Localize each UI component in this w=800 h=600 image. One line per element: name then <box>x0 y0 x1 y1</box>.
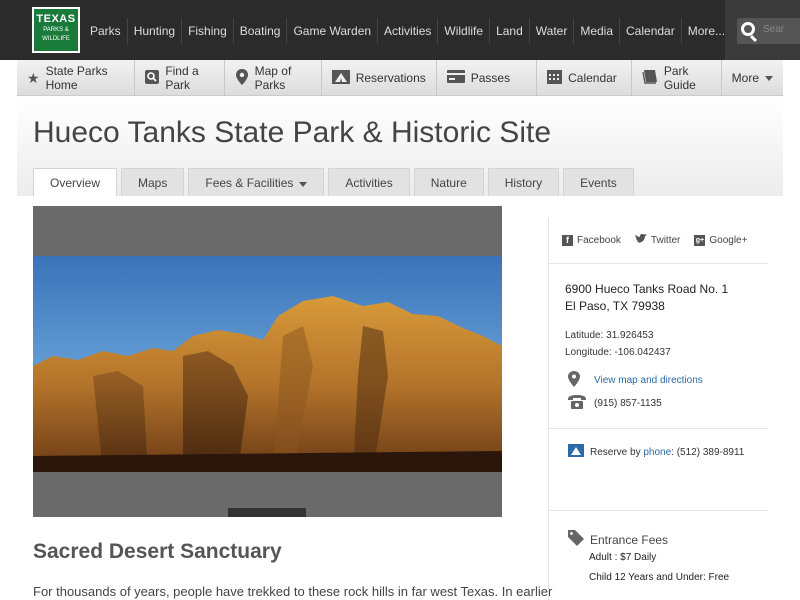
intro-paragraph: For thousands of years, people have trek… <box>33 584 553 599</box>
top-nav-menu: Parks Hunting Fishing Boating Game Warde… <box>84 18 731 44</box>
subnav-reservations[interactable]: Reservations <box>322 60 437 96</box>
tab-history[interactable]: History <box>487 168 560 196</box>
google-plus-label: Google+ <box>709 235 748 246</box>
park-coordinates: Latitude: 31.926453 Longitude: -106.0424… <box>565 327 671 361</box>
twitter-icon <box>634 233 647 247</box>
logo-line-2: PARKS & <box>43 27 69 33</box>
subnav-label: More <box>731 71 759 85</box>
search-icon <box>145 69 160 87</box>
top-nav-wildlife[interactable]: Wildlife <box>438 18 491 44</box>
chevron-down-icon <box>299 182 308 187</box>
subnav-state-parks-home[interactable]: ★ State Parks Home <box>17 60 136 96</box>
facebook-icon: f <box>562 235 573 246</box>
fee-adult: Adult : $7 Daily <box>589 552 657 563</box>
map-directions-row: View map and directions <box>568 371 703 390</box>
facebook-link[interactable]: f Facebook <box>562 235 621 246</box>
map-pin-icon <box>568 371 594 390</box>
subnav-label: Find a Park <box>165 64 199 92</box>
state-parks-nav: ★ State Parks Home Find a Park Map of Pa… <box>17 60 783 96</box>
address-line-1: 6900 Hueco Tanks Road No. 1 <box>565 282 729 296</box>
twitter-label: Twitter <box>650 235 681 246</box>
subnav-label: Reservations <box>355 71 426 85</box>
social-links: f Facebook Twitter g+ Google+ <box>548 218 768 264</box>
book-icon <box>642 69 658 87</box>
tab-fees-facilities[interactable]: Fees & Facilities <box>188 168 325 196</box>
park-address: 6900 Hueco Tanks Road No. 1 El Paso, TX … <box>565 281 728 315</box>
subnav-map-of-parks[interactable]: Map of Parks <box>225 60 322 96</box>
entrance-fees-heading: Entrance Fees <box>568 530 668 549</box>
slideshow-pager[interactable] <box>228 508 306 517</box>
map-pin-icon <box>235 68 249 88</box>
tab-maps[interactable]: Maps <box>121 168 185 196</box>
chevron-down-icon <box>765 75 773 81</box>
section-heading: Sacred Desert Sanctuary <box>33 540 282 563</box>
fees-title: Entrance Fees <box>590 532 669 547</box>
subnav-park-guide[interactable]: Park Guide <box>632 60 722 96</box>
top-nav-fishing[interactable]: Fishing <box>182 18 234 44</box>
subnav-label: Calendar <box>568 71 617 85</box>
longitude: Longitude: -106.042437 <box>565 347 671 358</box>
top-nav-calendar[interactable]: Calendar <box>620 18 682 44</box>
reserve-prefix: Reserve by <box>590 446 641 458</box>
search-box[interactable]: Sear <box>725 0 800 60</box>
address-line-2: El Paso, TX 79938 <box>565 299 665 313</box>
top-nav-hunting[interactable]: Hunting <box>128 18 183 44</box>
tab-nature[interactable]: Nature <box>413 168 484 196</box>
park-header: Hueco Tanks State Park & Historic Site O… <box>17 96 783 196</box>
twitter-link[interactable]: Twitter <box>634 233 681 247</box>
reserve-phone-link[interactable]: phone <box>643 447 671 458</box>
search-placeholder: Sear <box>763 24 785 35</box>
subnav-find-a-park[interactable]: Find a Park <box>135 60 225 96</box>
card-icon <box>446 70 465 86</box>
tab-events[interactable]: Events <box>563 168 634 196</box>
map-directions-link[interactable]: View map and directions <box>594 375 703 386</box>
fee-child: Child 12 Years and Under: Free <box>589 572 730 583</box>
subnav-passes[interactable]: Passes <box>437 60 538 96</box>
facebook-label: Facebook <box>577 235 621 246</box>
google-plus-icon: g+ <box>694 235 706 246</box>
subnav-label: Map of Parks <box>254 64 292 92</box>
sidebar-divider <box>548 218 549 600</box>
park-photo <box>33 256 502 472</box>
top-nav-water[interactable]: Water <box>530 18 575 44</box>
phone-number: (915) 857-1135 <box>594 398 662 409</box>
top-nav-more[interactable]: More... <box>682 18 731 44</box>
sidebar-divider-1 <box>548 428 768 429</box>
tent-icon <box>331 69 350 87</box>
subnav-label: Passes <box>470 71 511 85</box>
latitude: Latitude: 31.926453 <box>565 330 654 341</box>
tpwd-logo[interactable]: TEXAS PARKS & WILDLIFE <box>32 7 80 53</box>
park-tabs: Overview Maps Fees & Facilities Activiti… <box>33 168 638 196</box>
phone-row: (915) 857-1135 <box>568 395 662 412</box>
logo-line-1: TEXAS <box>36 13 76 25</box>
tab-label: Fees & Facilities <box>205 176 294 190</box>
tent-icon <box>568 444 590 460</box>
page-title: Hueco Tanks State Park & Historic Site <box>33 116 551 149</box>
top-nav-parks[interactable]: Parks <box>84 18 128 44</box>
photo-slideshow[interactable] <box>33 206 502 517</box>
top-nav-media[interactable]: Media <box>574 18 621 44</box>
logo-line-3: WILDLIFE <box>42 36 70 42</box>
tag-icon <box>568 530 584 549</box>
search-icon[interactable] <box>741 22 755 36</box>
reserve-row: Reserve by phone: (512) 389-8911 <box>568 444 744 460</box>
subnav-label: Park Guide <box>663 64 696 92</box>
calendar-icon <box>547 69 563 87</box>
star-icon: ★ <box>27 69 40 86</box>
tab-overview[interactable]: Overview <box>33 168 118 196</box>
reserve-phone-number: : (512) 389-8911 <box>671 446 745 458</box>
phone-icon <box>568 395 594 412</box>
park-info-sidebar: f Facebook Twitter g+ Google+ 6900 Hueco… <box>548 218 768 583</box>
sidebar-divider-2 <box>548 510 768 511</box>
tab-activities[interactable]: Activities <box>328 168 410 196</box>
subnav-more[interactable]: More <box>722 60 783 96</box>
subnav-label: State Parks Home <box>45 64 108 92</box>
top-nav-land[interactable]: Land <box>490 18 530 44</box>
top-nav-activities[interactable]: Activities <box>378 18 439 44</box>
subnav-calendar[interactable]: Calendar <box>537 60 632 96</box>
top-nav-game-warden[interactable]: Game Warden <box>287 18 379 44</box>
top-navigation-bar: TEXAS PARKS & WILDLIFE Parks Hunting Fis… <box>0 0 800 60</box>
google-plus-link[interactable]: g+ Google+ <box>694 235 747 246</box>
top-nav-boating[interactable]: Boating <box>234 18 288 44</box>
